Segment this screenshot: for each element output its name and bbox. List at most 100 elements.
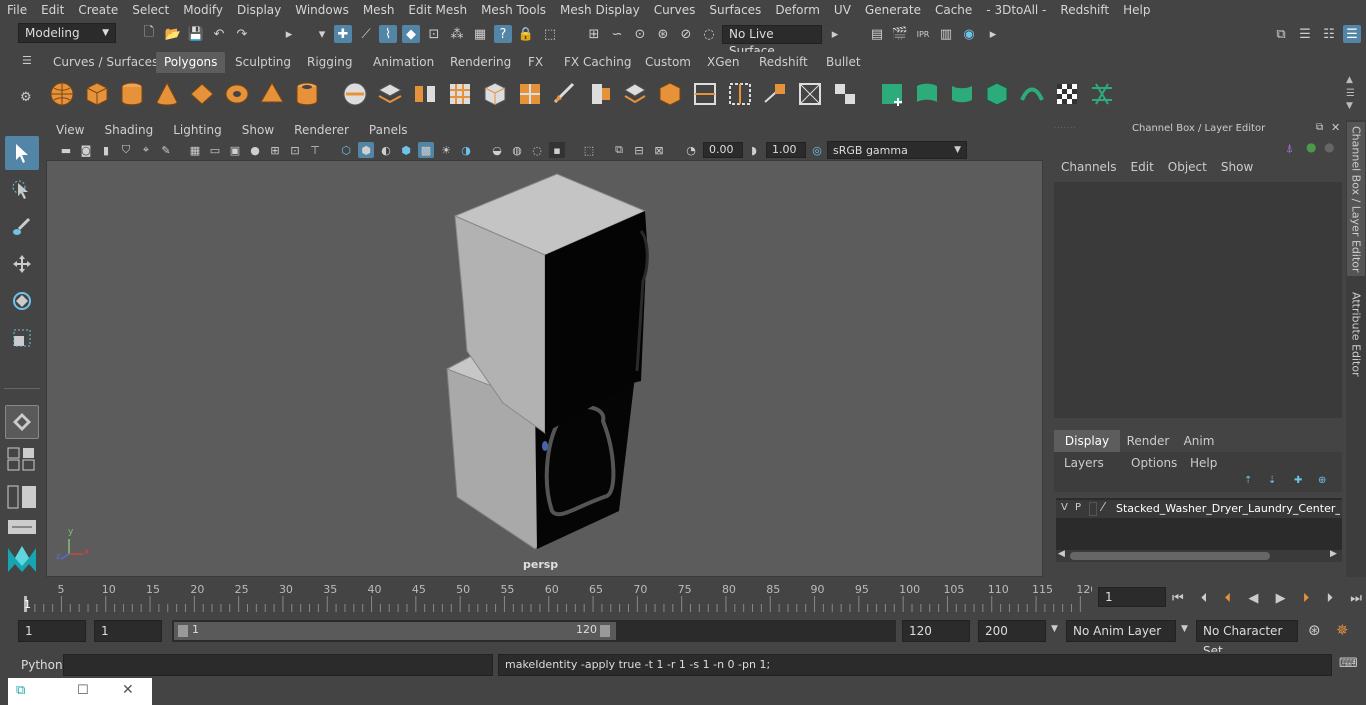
arrow-right-icon[interactable]: ▸ <box>984 25 1002 43</box>
scroll-right-icon[interactable]: ▶ <box>1330 549 1337 559</box>
poly-sphere-icon[interactable] <box>48 80 76 108</box>
layer-row[interactable]: V P ⁄ Stacked_Washer_Dryer_Laundry_Cente… <box>1056 500 1342 518</box>
command-result-field[interactable]: makeIdentity -apply true -t 1 -r 1 -s 1 … <box>498 654 1332 676</box>
range-end-grip[interactable] <box>600 625 610 637</box>
smooth-shade-icon[interactable]: ⬢ <box>358 142 374 158</box>
tab-rigging[interactable]: Rigging <box>299 52 360 73</box>
viewport-menu-view[interactable]: View <box>46 123 94 137</box>
live-surface-field[interactable]: No Live Surface <box>722 25 822 58</box>
menu-mesh-tools[interactable]: Mesh Tools <box>474 3 553 17</box>
layout-outliner-icon[interactable] <box>6 518 38 536</box>
poly-torus-icon[interactable] <box>223 80 251 108</box>
new-scene-icon[interactable]: 🗋 <box>140 25 158 43</box>
snap-surface-icon[interactable]: ⊘ <box>677 25 695 43</box>
layer-color-slash-icon[interactable]: ⁄ <box>1102 500 1104 514</box>
viewport-menu-show[interactable]: Show <box>232 123 284 137</box>
edge-loop-icon[interactable] <box>726 80 754 108</box>
shelf-menu-icon[interactable]: ☰ <box>22 54 32 67</box>
range-slider-track[interactable]: 1 120 <box>172 620 896 642</box>
shelf-menu-icon[interactable]: ☰ <box>1346 88 1355 99</box>
menu-file[interactable]: File <box>0 3 34 17</box>
menu-edit[interactable]: Edit <box>34 3 71 17</box>
menu-windows[interactable]: Windows <box>288 3 356 17</box>
fill-hole-icon[interactable] <box>656 80 684 108</box>
animation-end-field[interactable]: 200 <box>978 620 1046 642</box>
viewport-menu-lighting[interactable]: Lighting <box>163 123 232 137</box>
tab-layer-render[interactable]: Render <box>1120 430 1176 452</box>
xray-joints-icon[interactable]: ⊟ <box>631 142 647 158</box>
mode-selector[interactable]: Modeling ▼ <box>18 23 116 43</box>
image-plane-icon[interactable]: ⛉ <box>118 142 134 158</box>
move-layer-down-icon[interactable]: ⇣ <box>1268 475 1276 486</box>
perspective-viewport[interactable]: y x z persp <box>46 160 1043 577</box>
menu-generate[interactable]: Generate <box>858 3 928 17</box>
range-slider-handle[interactable]: 1 120 <box>174 622 616 640</box>
color-space-dropdown[interactable]: sRGB gamma ▼ <box>827 141 967 159</box>
chevron-down-icon[interactable]: ▼ <box>1181 624 1188 634</box>
layer-menu-options[interactable]: Options <box>1131 456 1177 470</box>
channel-box-toggle-icon[interactable]: ☰ <box>1343 25 1361 43</box>
use-all-lights-icon[interactable]: ☀ <box>438 142 454 158</box>
script-editor-icon[interactable]: ⌨ <box>1339 656 1358 671</box>
tool-settings-toggle-icon[interactable]: ☷ <box>1320 25 1338 43</box>
tab-layer-display[interactable]: Display <box>1054 430 1120 452</box>
exposure-field[interactable]: 0.00 <box>703 142 743 158</box>
shelf-scroll-down-icon[interactable]: ▼ <box>1346 101 1353 111</box>
safe-title-icon[interactable]: ⊤ <box>307 142 323 158</box>
uv-automatic-icon[interactable] <box>983 80 1011 108</box>
hypershade-icon[interactable]: ◉ <box>960 25 978 43</box>
collapse-icon[interactable] <box>831 80 859 108</box>
wireframe-on-shaded-icon[interactable]: ⬢ <box>398 142 414 158</box>
menu-mesh-display[interactable]: Mesh Display <box>553 3 647 17</box>
close-icon[interactable]: ✕ <box>1331 121 1340 134</box>
ipr-render-icon[interactable]: IPR <box>914 25 932 43</box>
layout-split-icon[interactable] <box>6 484 38 510</box>
poly-cube-icon[interactable] <box>83 80 111 108</box>
uv-unfold-icon[interactable] <box>1018 80 1046 108</box>
exposure-icon[interactable]: ◔ <box>683 142 699 158</box>
open-scene-icon[interactable]: 📂 <box>164 25 182 43</box>
new-layer-icon[interactable]: ✚ <box>1294 475 1302 486</box>
film-gate-icon[interactable]: ▭ <box>207 142 223 158</box>
lasso-tool-icon[interactable] <box>5 173 39 207</box>
ambient-occlusion-icon[interactable]: ◒ <box>489 142 505 158</box>
gate-mask-icon[interactable]: ● <box>247 142 263 158</box>
play-backwards-icon[interactable]: ◀ <box>1248 591 1258 606</box>
move-layer-up-icon[interactable]: ⇡ <box>1244 475 1252 486</box>
select-by-component-icon[interactable]: ⌇ <box>379 25 397 43</box>
wireframe-icon[interactable]: ⬡ <box>338 142 354 158</box>
paint-select-tool-icon[interactable] <box>5 210 39 244</box>
xray-icon[interactable]: ⧉ <box>611 142 627 158</box>
character-set-dropdown[interactable]: No Character Set <box>1196 620 1298 658</box>
menu-surfaces[interactable]: Surfaces <box>702 3 768 17</box>
render-history-icon[interactable]: ▤ <box>868 25 886 43</box>
layer-display-type-toggle[interactable] <box>1089 502 1097 516</box>
viewport-menu-renderer[interactable]: Renderer <box>284 123 359 137</box>
layout-quad-icon[interactable] <box>6 446 38 472</box>
bevel-icon[interactable] <box>621 80 649 108</box>
move-tool-icon[interactable] <box>5 247 39 281</box>
bookmark-icon[interactable]: ▮ <box>98 142 114 158</box>
layer-menu-layers[interactable]: Layers <box>1064 456 1104 470</box>
poly-plane-icon[interactable] <box>188 80 216 108</box>
tab-fx[interactable]: FX <box>520 52 551 73</box>
channel-menu-edit[interactable]: Edit <box>1124 160 1161 174</box>
motion-blur-icon[interactable]: ◍ <box>509 142 525 158</box>
mirror-icon[interactable] <box>411 80 439 108</box>
menu-select[interactable]: Select <box>125 3 176 17</box>
command-input[interactable] <box>63 654 493 676</box>
tab-fx-caching[interactable]: FX Caching <box>556 52 639 73</box>
grease-pencil-icon[interactable]: ✎ <box>158 142 174 158</box>
edge-mask-icon[interactable]: ⊡ <box>425 25 443 43</box>
tab-redshift[interactable]: Redshift <box>751 52 816 73</box>
anti-aliasing-icon[interactable]: ◌ <box>529 142 545 158</box>
attribute-editor-toggle-icon[interactable]: ☰ <box>1296 25 1314 43</box>
scroll-left-icon[interactable]: ◀ <box>1058 549 1065 559</box>
lock-icon[interactable]: 🔒 <box>517 25 535 43</box>
select-by-object-icon[interactable]: ⟋ <box>357 25 375 43</box>
layer-scrollbar-thumb[interactable] <box>1070 552 1270 560</box>
playback-end-field[interactable]: 120 <box>902 620 970 642</box>
field-chart-icon[interactable]: ⊞ <box>267 142 283 158</box>
snap-view-icon[interactable]: ⊛ <box>654 25 672 43</box>
current-frame-field[interactable]: 1 <box>1098 587 1166 607</box>
